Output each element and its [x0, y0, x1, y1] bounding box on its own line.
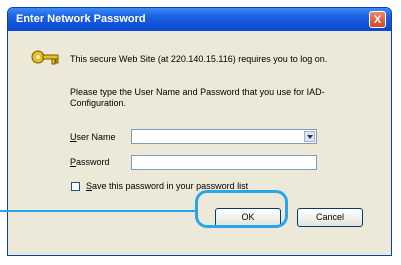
save-password-checkbox[interactable] [71, 182, 80, 191]
ok-button-highlight [195, 190, 288, 228]
cancel-button[interactable]: Cancel [297, 208, 363, 227]
title-bar[interactable]: Enter Network Password X [8, 8, 391, 31]
instruction-message: Please type the User Name and Password t… [70, 87, 325, 108]
user-name-combobox[interactable] [131, 129, 317, 144]
callout-line [0, 210, 195, 212]
close-button[interactable]: X [369, 11, 386, 28]
close-icon: X [373, 14, 382, 26]
secure-site-message: This secure Web Site (at 220.140.15.116)… [70, 54, 328, 64]
password-label: Password [70, 157, 110, 167]
user-name-label: User Name [70, 132, 116, 142]
password-field[interactable] [131, 155, 317, 170]
chevron-down-icon[interactable] [304, 131, 315, 142]
dialog-title: Enter Network Password [16, 13, 146, 25]
key-icon [31, 50, 59, 65]
